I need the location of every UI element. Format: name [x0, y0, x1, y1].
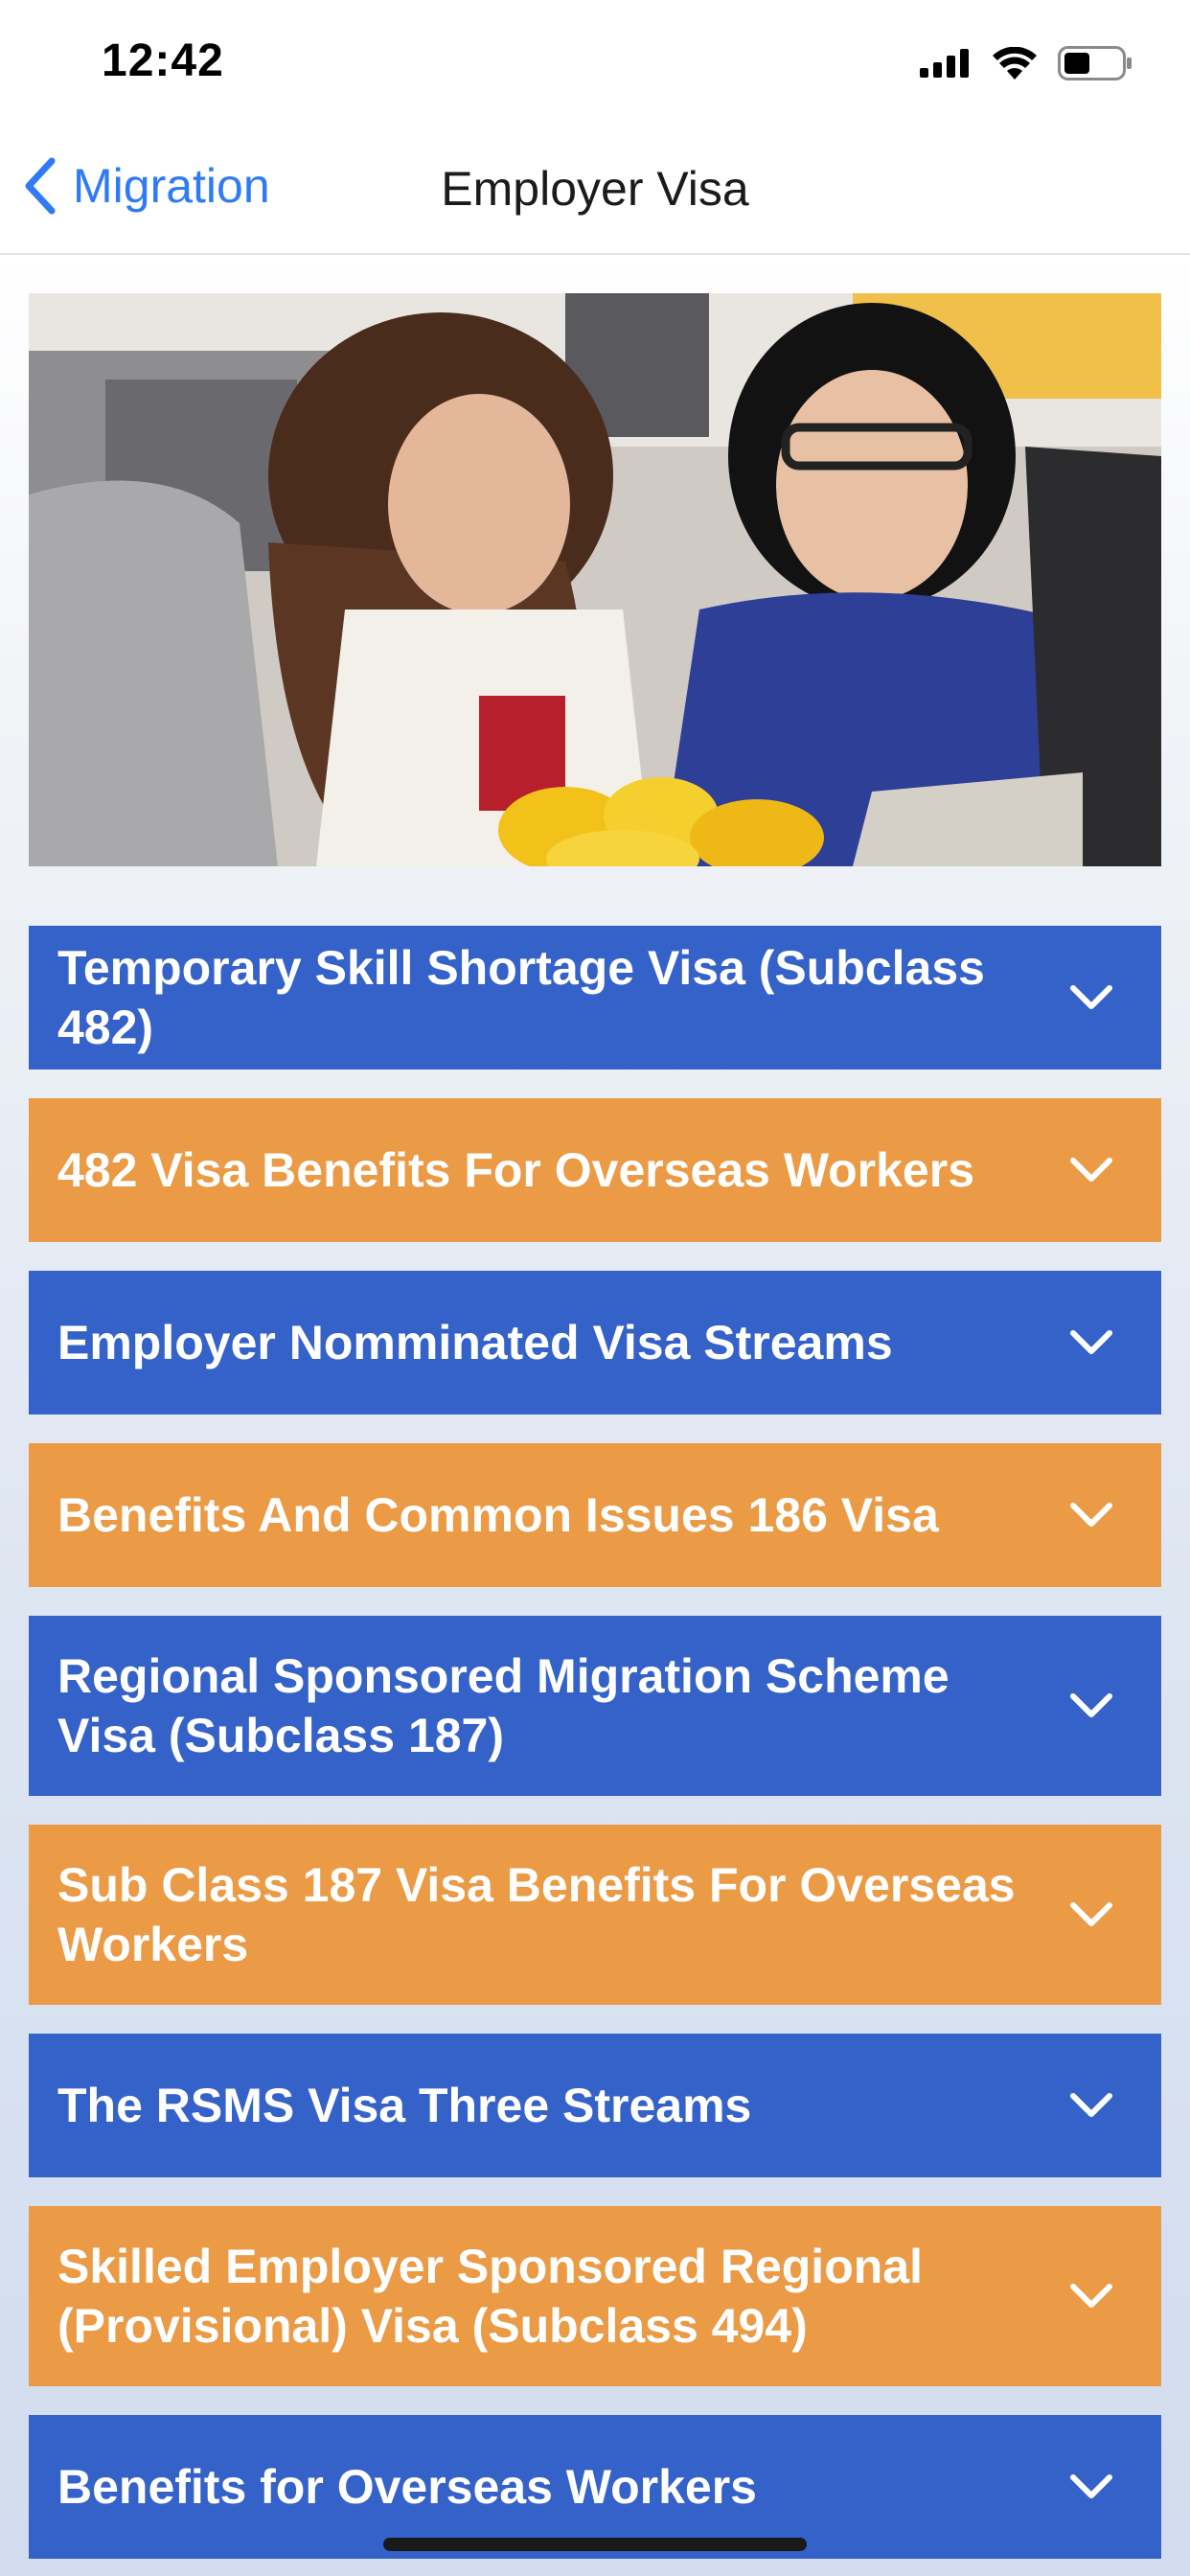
wifi-icon [993, 47, 1037, 80]
accordion-item-label: 482 Visa Benefits For Overseas Workers [57, 1143, 975, 1197]
chevron-down-icon [1070, 2093, 1112, 2117]
accordion-item-label: Benefits for Overseas Workers [57, 2460, 757, 2514]
chevron-down-icon [1070, 985, 1112, 1009]
chevron-down-icon [1070, 2284, 1112, 2308]
accordion-item-label: Skilled Employer Sponsored Regional (Pro… [57, 2240, 923, 2353]
navigation-bar: Migration Employer Visa [0, 126, 1190, 255]
chevron-down-icon [1070, 1902, 1112, 1926]
accordion-item[interactable]: Temporary Skill Shortage Visa (Subclass … [29, 926, 1161, 1070]
chevron-down-icon [1070, 2474, 1112, 2498]
accordion-item-label: Regional Sponsored Migration Scheme Visa… [57, 1649, 950, 1762]
status-bar: 12:42 [0, 0, 1190, 126]
chevron-down-icon [1070, 1330, 1112, 1354]
content-area: Temporary Skill Shortage Visa (Subclass … [0, 255, 1190, 2576]
hero-image [29, 293, 1161, 866]
accordion-item[interactable]: Employer Nomminated Visa Streams [29, 1271, 1161, 1414]
status-time: 12:42 [102, 35, 224, 86]
page-title: Employer Visa [441, 162, 749, 216]
chevron-down-icon [1070, 1158, 1112, 1182]
accordion-item-label: Temporary Skill Shortage Visa (Subclass … [57, 941, 985, 1054]
accordion-item[interactable]: Benefits And Common Issues 186 Visa [29, 1443, 1161, 1587]
status-icons [920, 46, 1133, 80]
hero-photo [29, 293, 1161, 866]
accordion-item-label: Employer Nomminated Visa Streams [57, 1316, 893, 1369]
accordion-item-label: The RSMS Visa Three Streams [57, 2079, 752, 2132]
home-indicator [383, 2538, 807, 2551]
accordion-item[interactable]: Regional Sponsored Migration Scheme Visa… [29, 1616, 1161, 1796]
chevron-down-icon [1070, 1503, 1112, 1527]
accordion-item[interactable]: The RSMS Visa Three Streams [29, 2034, 1161, 2177]
accordion-item-label: Benefits And Common Issues 186 Visa [57, 1488, 939, 1542]
chevron-down-icon [1070, 1693, 1112, 1717]
cellular-signal-icon [920, 49, 969, 78]
accordion-item-label: Sub Class 187 Visa Benefits For Overseas… [57, 1858, 1016, 1971]
battery-icon [1058, 46, 1132, 80]
accordion-item[interactable]: Skilled Employer Sponsored Regional (Pro… [29, 2206, 1161, 2386]
accordion-item[interactable]: 482 Visa Benefits For Overseas Workers [29, 1098, 1161, 1242]
visa-accordion-list: Temporary Skill Shortage Visa (Subclass … [29, 926, 1161, 2576]
accordion-item[interactable]: Sub Class 187 Visa Benefits For Overseas… [29, 1825, 1161, 2005]
